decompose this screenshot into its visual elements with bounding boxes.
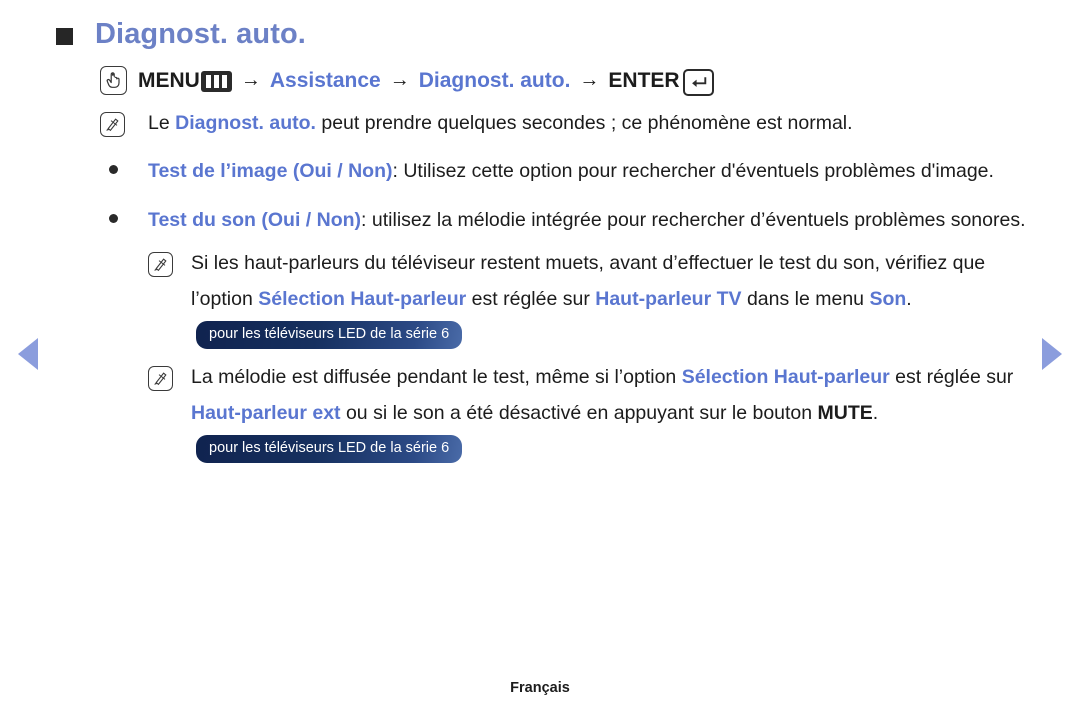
page-content: MENU → Assistance → Diagnost. auto. → EN… [100, 66, 1040, 467]
menu-step-diagnost-auto[interactable]: Diagnost. auto. [419, 69, 571, 93]
note2-part3: dans le menu [741, 288, 870, 310]
note2-highlight-haut-parleur-tv: Haut-parleur TV [595, 288, 742, 310]
bullet-marker-wrap [100, 202, 148, 223]
note3-part3: ou si le son a été désactivé en appuyant… [340, 402, 818, 424]
note3-highlight-selection-haut-parleur: Sélection Haut-parleur [681, 366, 890, 388]
bullet-term-test-image: Test de l’image (Oui / Non) [148, 160, 393, 182]
note-pencil-icon [100, 112, 125, 137]
bullet-text-test-image: Test de l’image (Oui / Non): Utilisez ce… [148, 153, 1040, 190]
note-icon-wrap [100, 105, 148, 137]
note-row-speaker-select: Si les haut-parleurs du téléviseur reste… [148, 245, 1040, 353]
note3-highlight-mute: MUTE [817, 402, 873, 424]
bullet-term-test-son: Test du son (Oui / Non) [148, 209, 362, 231]
note-icon-wrap [148, 245, 191, 277]
path-arrow-1: → [240, 69, 261, 91]
note-text-speaker-select: Si les haut-parleurs du téléviseur reste… [191, 245, 1040, 353]
footer-language: Français [510, 680, 570, 696]
enter-key-icon [682, 69, 714, 96]
note-pencil-icon [148, 366, 173, 391]
note2-part4: . [906, 288, 912, 310]
bullet-description-2: utilisez la mélodie intégrée pour recher… [366, 209, 1026, 231]
note1-part1: Le [148, 112, 176, 134]
note1-part2: peut prendre quelques secondes ; ce phén… [315, 112, 853, 134]
note3-highlight-haut-parleur-ext: Haut-parleur ext [191, 402, 341, 424]
path-arrow-2: → [389, 69, 410, 91]
note3-part2: est réglée sur [889, 366, 1014, 388]
note-pencil-icon [148, 252, 173, 277]
hand-press-icon [100, 66, 127, 95]
badge-led-serie-6: pour les téléviseurs LED de la série 6 [196, 435, 463, 463]
menu-path: MENU → Assistance → Diagnost. auto. → EN… [100, 66, 1040, 96]
next-page-arrow-icon[interactable] [1042, 338, 1062, 370]
menu-bars-icon [200, 71, 232, 92]
bullet-row-test-image: Test de l’image (Oui / Non): Utilisez ce… [100, 153, 1040, 190]
menu-label: MENU [138, 68, 200, 92]
path-arrow-3: → [579, 69, 600, 91]
page-title: Diagnost. auto. [95, 18, 306, 50]
prev-page-arrow-icon[interactable] [18, 338, 38, 370]
bullet-row-test-son: Test du son (Oui / Non): utilisez la mél… [100, 202, 1040, 239]
bullet-dot-icon [109, 214, 118, 223]
note2-part2: est réglée sur [466, 288, 596, 310]
bullet-marker-wrap [100, 153, 148, 174]
note2-highlight-son: Son [869, 288, 907, 310]
bullet-dot-icon [109, 165, 118, 174]
note1-highlight-diagnost: Diagnost. auto. [175, 112, 316, 134]
bullet-text-test-son: Test du son (Oui / Non): utilisez la mél… [148, 202, 1040, 239]
page-title-row: Diagnost. auto. [56, 18, 306, 51]
note-icon-wrap [148, 359, 191, 391]
title-bullet-square-icon [56, 28, 73, 45]
badge-led-serie-6: pour les téléviseurs LED de la série 6 [196, 321, 463, 349]
note3-part1: La mélodie est diffusée pendant le test,… [191, 366, 682, 388]
note-row-melody-playback: La mélodie est diffusée pendant le test,… [148, 359, 1040, 467]
bullet-description-1: Utilisez cette option pour rechercher d'… [397, 160, 994, 182]
note2-highlight-selection-haut-parleur: Sélection Haut-parleur [258, 288, 467, 310]
enter-label: ENTER [608, 68, 680, 92]
note3-part4: . [872, 402, 879, 424]
note-row-diagnost-duration: Le Diagnost. auto. peut prendre quelques… [100, 105, 1040, 141]
manual-page: Diagnost. auto. MENU → Assistance → Diag… [0, 0, 1080, 705]
note-text-diagnost-duration: Le Diagnost. auto. peut prendre quelques… [148, 105, 1040, 141]
note-text-melody-playback: La mélodie est diffusée pendant le test,… [191, 359, 1040, 467]
menu-step-assistance[interactable]: Assistance [270, 69, 381, 93]
